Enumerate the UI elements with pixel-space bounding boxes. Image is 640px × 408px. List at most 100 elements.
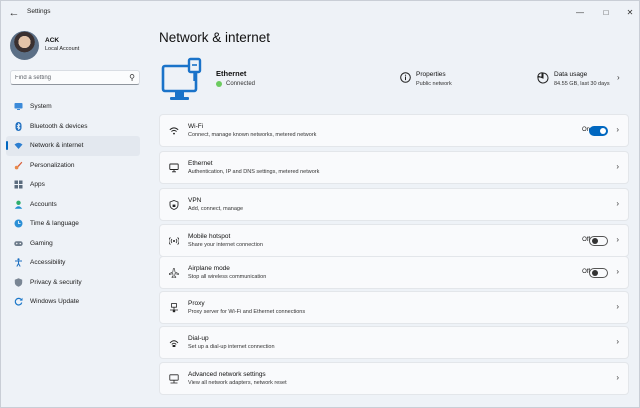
toggle-knob bbox=[592, 238, 598, 244]
advanced-network-settings-description: View all network adapters, network reset bbox=[188, 380, 287, 386]
wifi-icon bbox=[14, 141, 23, 150]
brush-icon bbox=[14, 161, 23, 170]
vpn-title: VPN bbox=[188, 197, 202, 204]
chevron-right-icon[interactable]: › bbox=[616, 162, 619, 171]
sidebar-item-label: Personalization bbox=[30, 161, 75, 169]
toggle-knob bbox=[600, 128, 606, 134]
minimize-button[interactable]: — bbox=[569, 4, 591, 20]
sidebar-item-accounts[interactable]: Accounts bbox=[6, 195, 140, 215]
dial-up-card[interactable]: Dial-up Set up a dial-up internet connec… bbox=[159, 326, 629, 359]
chevron-right-icon[interactable]: › bbox=[616, 373, 619, 382]
connected-status-icon bbox=[216, 81, 222, 87]
toggle-knob bbox=[592, 270, 598, 276]
sidebar-item-label: System bbox=[30, 103, 52, 111]
mobile-hotspot-card[interactable]: Mobile hotspot Share your internet conne… bbox=[159, 224, 629, 257]
proxy-card[interactable]: Proxy Proxy server for Wi-Fi and Etherne… bbox=[159, 291, 629, 324]
account-type: Local Account bbox=[45, 46, 80, 52]
airplane-icon bbox=[169, 268, 179, 278]
wifi-title: Wi-Fi bbox=[188, 123, 204, 130]
back-arrow-icon[interactable]: ← bbox=[7, 6, 21, 20]
airplane-mode-description: Stop all wireless communication bbox=[188, 274, 267, 280]
sidebar-item-accessibility[interactable]: Accessibility bbox=[6, 253, 140, 273]
sidebar-item-label: Accounts bbox=[30, 200, 57, 208]
dial-up-description: Set up a dial-up internet connection bbox=[188, 344, 275, 350]
ethernet-title: Ethernet bbox=[188, 160, 213, 167]
connection-name: Ethernet bbox=[216, 69, 247, 78]
data-usage-icon[interactable] bbox=[537, 72, 549, 84]
info-icon[interactable] bbox=[400, 72, 411, 83]
wifi-toggle[interactable] bbox=[589, 126, 608, 136]
update-icon bbox=[14, 297, 23, 306]
ethernet-description: Authentication, IP and DNS settings, met… bbox=[188, 169, 320, 175]
maximize-button[interactable]: □ bbox=[595, 4, 617, 20]
globe-clock-icon bbox=[14, 219, 23, 228]
sidebar-item-privacy-security[interactable]: Privacy & security bbox=[6, 273, 140, 293]
sidebar-item-network[interactable]: Network & internet bbox=[6, 136, 140, 156]
connection-status-text: Connected bbox=[226, 81, 256, 87]
sidebar-item-apps[interactable]: Apps bbox=[6, 175, 140, 195]
proxy-icon bbox=[170, 303, 178, 313]
search-icon[interactable]: ⚲ bbox=[129, 73, 135, 82]
airplane-mode-card[interactable]: Airplane mode Stop all wireless communic… bbox=[159, 256, 629, 289]
vpn-card[interactable]: VPN Add, connect, manage › bbox=[159, 188, 629, 221]
ethernet-icon bbox=[169, 163, 179, 173]
sidebar-item-system[interactable]: System bbox=[6, 97, 140, 117]
page-title: Network & internet bbox=[159, 30, 271, 45]
sidebar-item-windows-update[interactable]: Windows Update bbox=[6, 292, 140, 312]
dialup-icon bbox=[169, 340, 179, 347]
airplane-mode-title: Airplane mode bbox=[188, 265, 230, 272]
chevron-right-icon[interactable]: › bbox=[616, 267, 619, 276]
close-button[interactable]: ✕ bbox=[619, 4, 639, 20]
proxy-description: Proxy server for Wi-Fi and Ethernet conn… bbox=[188, 309, 306, 315]
network-profile: Public network bbox=[416, 81, 452, 87]
avatar[interactable] bbox=[10, 31, 39, 60]
settings-window: ← Settings — □ ✕ ACK Local Account ⚲ Sys… bbox=[0, 0, 640, 408]
ethernet-card[interactable]: Ethernet Authentication, IP and DNS sett… bbox=[159, 151, 629, 184]
properties-link[interactable]: Properties bbox=[416, 71, 446, 78]
vpn-description: Add, connect, manage bbox=[188, 206, 244, 212]
chevron-right-icon[interactable]: › bbox=[616, 235, 619, 244]
sidebar-item-label: Privacy & security bbox=[30, 278, 82, 286]
accessibility-icon bbox=[14, 258, 23, 267]
wifi-icon bbox=[169, 127, 179, 135]
apps-icon bbox=[14, 180, 23, 189]
chevron-right-icon[interactable]: › bbox=[616, 302, 619, 311]
mobile-hotspot-description: Share your internet connection bbox=[188, 242, 263, 248]
sidebar-item-label: Accessibility bbox=[30, 259, 66, 267]
mobile-hotspot-title: Mobile hotspot bbox=[188, 233, 231, 240]
user-name: ACK bbox=[45, 37, 60, 44]
gamepad-icon bbox=[14, 239, 23, 248]
sidebar-item-label: Time & language bbox=[30, 220, 79, 228]
wifi-card[interactable]: Wi-Fi Connect, manage known networks, me… bbox=[159, 114, 629, 147]
sidebar-item-label: Windows Update bbox=[30, 298, 80, 306]
sidebar-item-gaming[interactable]: Gaming bbox=[6, 234, 140, 254]
search-box[interactable]: ⚲ bbox=[10, 70, 140, 85]
sidebar-item-label: Gaming bbox=[30, 239, 53, 247]
airplane-mode-toggle[interactable] bbox=[589, 268, 608, 278]
sidebar-item-time-language[interactable]: Time & language bbox=[6, 214, 140, 234]
advanced-network-settings-title: Advanced network settings bbox=[188, 371, 266, 378]
sidebar-item-label: Network & internet bbox=[30, 142, 84, 150]
chevron-right-icon[interactable]: › bbox=[616, 125, 619, 134]
ethernet-monitor-icon bbox=[161, 57, 202, 100]
title-bar: ← Settings — □ ✕ bbox=[1, 1, 639, 25]
mobile-hotspot-toggle[interactable] bbox=[589, 236, 608, 246]
chevron-right-icon[interactable]: › bbox=[617, 73, 620, 82]
data-usage-link[interactable]: Data usage bbox=[554, 71, 587, 78]
search-input[interactable] bbox=[15, 74, 127, 81]
chevron-right-icon[interactable]: › bbox=[616, 337, 619, 346]
advanced-network-settings-card[interactable]: Advanced network settings View all netwo… bbox=[159, 362, 629, 395]
sidebar-item-bluetooth[interactable]: Bluetooth & devices bbox=[6, 117, 140, 137]
dial-up-title: Dial-up bbox=[188, 335, 209, 342]
monitor-icon bbox=[14, 102, 23, 111]
vpn-shield-icon bbox=[169, 200, 179, 210]
shield-icon bbox=[14, 278, 23, 287]
wifi-description: Connect, manage known networks, metered … bbox=[188, 132, 317, 138]
data-usage-amount: 84.55 GB, last 30 days bbox=[554, 81, 610, 87]
network-adapter-icon bbox=[169, 374, 179, 384]
sidebar-item-personalization[interactable]: Personalization bbox=[6, 156, 140, 176]
sidebar-item-label: Apps bbox=[30, 181, 45, 189]
connection-status: Connected bbox=[216, 81, 255, 87]
bluetooth-icon bbox=[14, 121, 23, 131]
chevron-right-icon[interactable]: › bbox=[616, 199, 619, 208]
